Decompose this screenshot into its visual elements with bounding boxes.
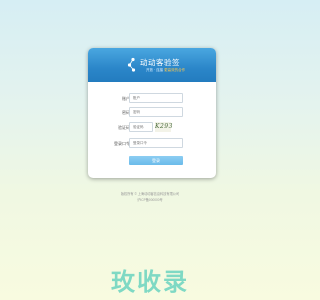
captcha-image[interactable]: K293 (155, 122, 172, 132)
login-card: 动动客验签 开放 · 连接 更高效的合作 账户 密码 验证码 K293 登录口令… (88, 48, 216, 178)
watermark-text: 玫收录 (111, 268, 189, 296)
app-title: 动动客验签 (140, 58, 180, 67)
login-code-label: 登录口令 (114, 141, 130, 146)
login-button[interactable]: 登录 (129, 156, 183, 165)
login-code-row: 登录口令 (88, 138, 216, 150)
subtitle-prefix: 开放 · 连接 (146, 68, 165, 72)
captcha-row: 验证码 K293 (88, 122, 216, 134)
logo-icon (127, 57, 136, 72)
footer-icp[interactable]: 沪ICP备000000号 (0, 197, 300, 202)
captcha-input[interactable] (129, 122, 153, 132)
account-input[interactable] (129, 93, 183, 103)
login-code-input[interactable] (129, 138, 183, 148)
footer-copyright: 版权所有 © 上海动动客信息科技有限公司 (120, 192, 180, 196)
app-subtitle: 开放 · 连接 更高效的合作 (146, 68, 185, 73)
header-banner: 动动客验签 开放 · 连接 更高效的合作 (88, 48, 216, 82)
subtitle-highlight: 更高效的合作 (164, 68, 186, 72)
password-row: 密码 (88, 107, 216, 119)
password-input[interactable] (129, 107, 183, 117)
account-row: 账户 (88, 93, 216, 105)
